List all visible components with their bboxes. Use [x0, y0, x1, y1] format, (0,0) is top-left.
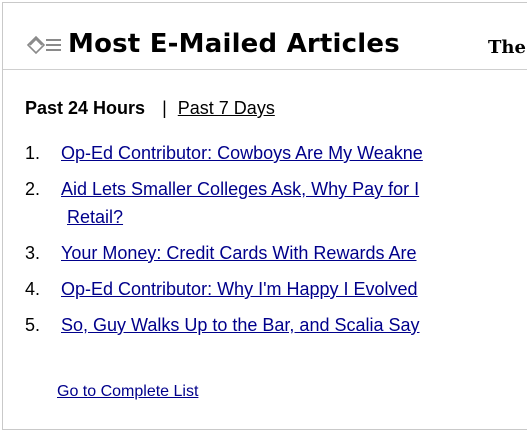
list-item: 1. Op-Ed Contributor: Cowboys Are My Weak… [25, 143, 423, 164]
article-link[interactable]: So, Guy Walks Up to the Bar, and Scalia … [61, 315, 420, 335]
list-item-number: 2. [25, 179, 41, 199]
list-item: 2. Aid Lets Smaller Colleges Ask, Why Pay… [25, 179, 419, 200]
list-item-number: 4. [25, 279, 41, 299]
envelope-icon [26, 35, 61, 55]
widget-title: Most E-Mailed Articles [68, 29, 400, 59]
tab-past-24-hours[interactable]: Past 24 Hours [25, 98, 145, 118]
tab-past-7-days[interactable]: Past 7 Days [178, 98, 275, 118]
list-item: 4. Op-Ed Contributor: Why I'm Happy I Evo… [25, 279, 418, 300]
list-item-number: 1. [25, 143, 41, 163]
list-item: 3. Your Money: Credit Cards With Rewards … [25, 243, 416, 264]
complete-list-link[interactable]: Go to Complete List [57, 383, 198, 401]
article-link-continuation: Retail? [67, 207, 123, 228]
widget-header: Most E-Mailed Articles The [3, 3, 527, 70]
article-link[interactable]: Retail? [67, 207, 123, 227]
list-item-number: 5. [25, 315, 41, 335]
tab-separator: | [162, 98, 167, 118]
article-link[interactable]: Op-Ed Contributor: Cowboys Are My Weakne [61, 143, 423, 163]
article-link[interactable]: Your Money: Credit Cards With Rewards Ar… [61, 243, 416, 263]
list-item: 5. So, Guy Walks Up to the Bar, and Scali… [25, 315, 420, 336]
list-item-number: 3. [25, 243, 41, 263]
time-range-tabs: Past 24 Hours | Past 7 Days [25, 98, 275, 119]
article-link[interactable]: Op-Ed Contributor: Why I'm Happy I Evolv… [61, 279, 418, 299]
brand-logo-text: The [488, 37, 526, 58]
article-link[interactable]: Aid Lets Smaller Colleges Ask, Why Pay f… [61, 179, 419, 199]
most-emailed-widget: Most E-Mailed Articles The Past 24 Hours… [2, 2, 527, 430]
